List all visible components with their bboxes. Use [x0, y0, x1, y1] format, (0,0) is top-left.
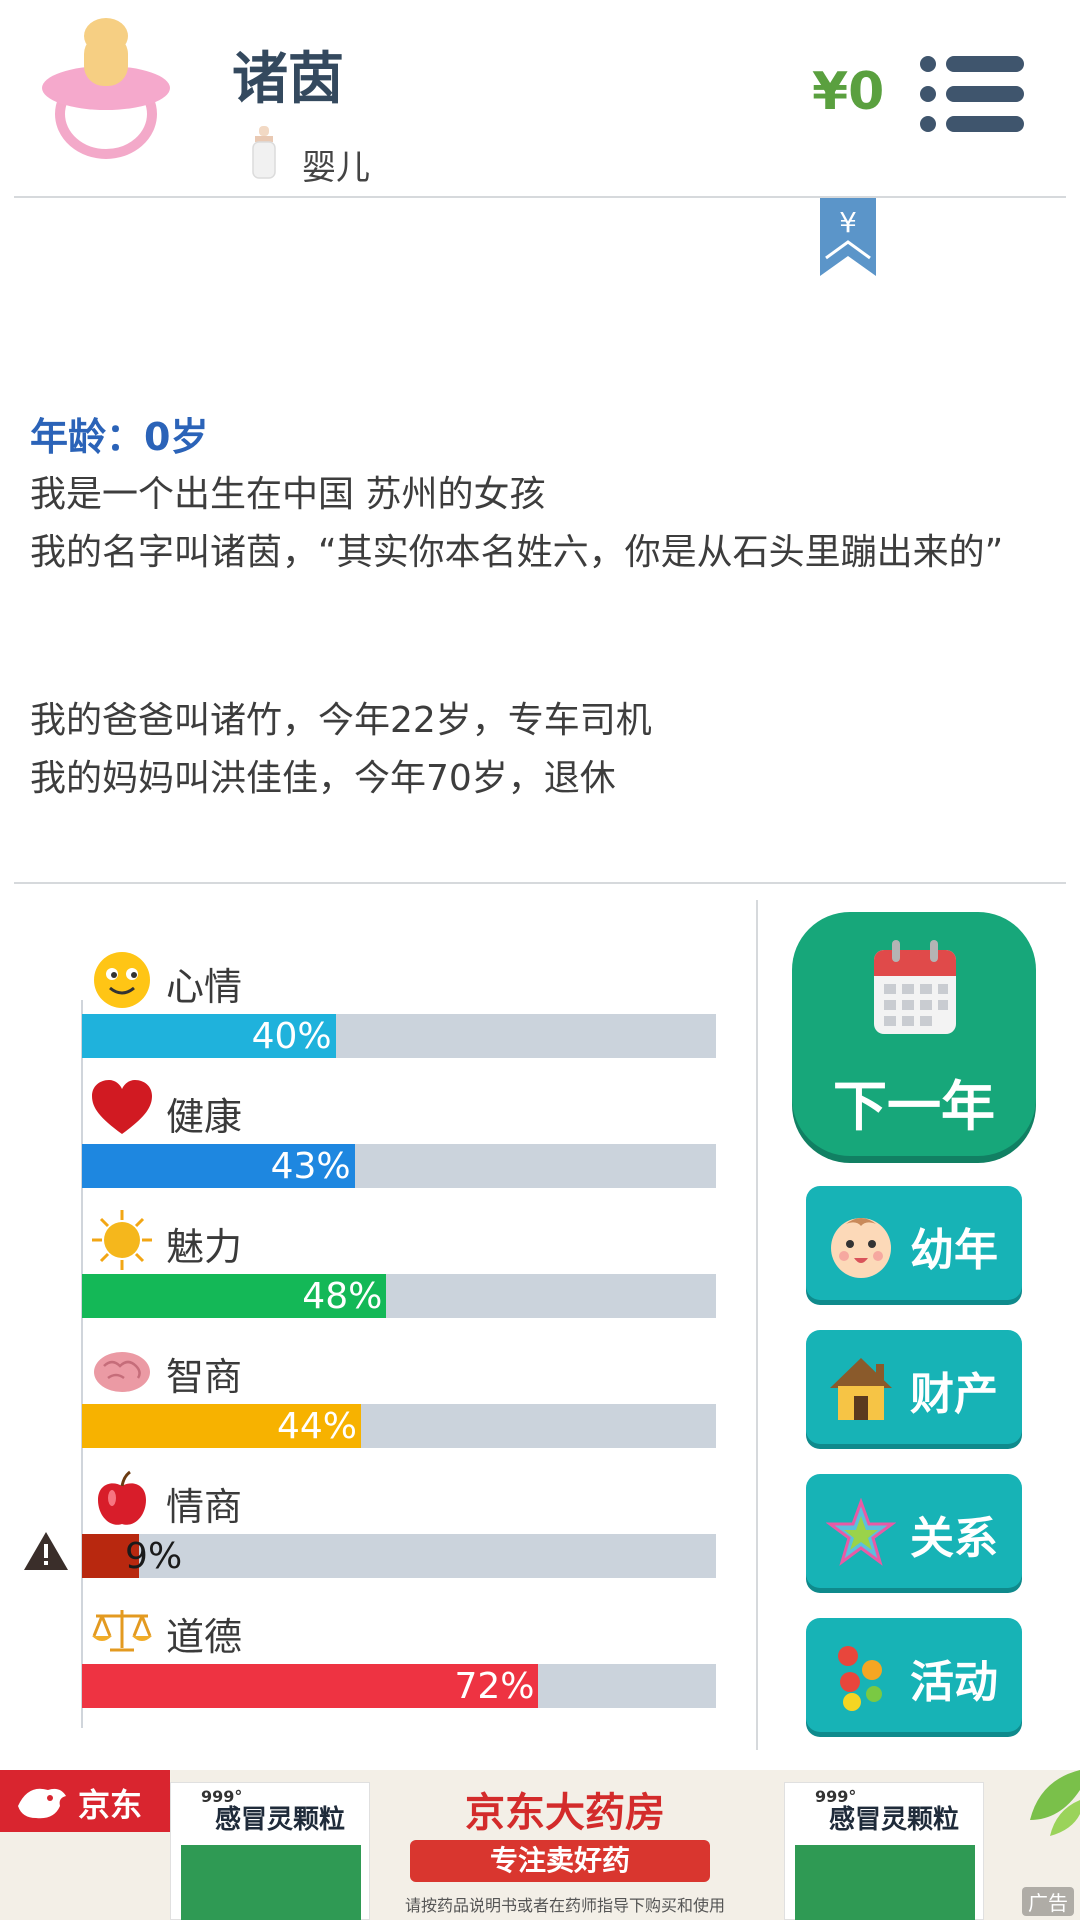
stat-track: 9%: [82, 1534, 716, 1578]
baby-face-icon: [831, 1218, 891, 1278]
relations-label: 关系: [910, 1513, 998, 1564]
property-label: 财产: [910, 1369, 998, 1420]
stat-track: 40%: [82, 1014, 716, 1058]
brain-icon: [94, 1352, 150, 1392]
story-line-1: 我是一个出生在中国 苏州的女孩: [30, 474, 546, 515]
stat-value: 72%: [454, 1666, 535, 1707]
stat-label: 健康: [166, 1095, 243, 1139]
childhood-button[interactable]: 幼年: [806, 1186, 1022, 1300]
stat-morality: 道德 72%: [82, 1598, 716, 1728]
stat-iq: 智商 44%: [82, 1338, 716, 1468]
stat-label: 魅力: [166, 1225, 243, 1269]
apple-icon: [98, 1470, 146, 1525]
stat-value: 48%: [302, 1276, 383, 1317]
stat-track: 72%: [82, 1664, 716, 1708]
money-display: ¥0: [812, 62, 885, 122]
stat-label: 智商: [166, 1355, 243, 1399]
header-divider: [14, 196, 1066, 198]
ad-note: 请按药品说明书或者在药师指导下购买和使用: [404, 1896, 725, 1915]
product-pack-art: [795, 1845, 975, 1920]
product-name: 感冒灵颗粒: [215, 1805, 346, 1835]
stat-health: 健康 43%: [82, 1078, 716, 1208]
scales-icon: [92, 1610, 152, 1652]
stat-label: 道德: [166, 1615, 243, 1659]
jd-dog-icon: [18, 1788, 66, 1819]
stat-label: 心情: [166, 965, 243, 1009]
next-year-label: 下一年: [833, 1075, 995, 1138]
childhood-label: 幼年: [910, 1225, 998, 1276]
ad-banner[interactable]: 京东 999° 感冒灵颗粒 京东大药房 专注卖好药 请按药品说明书或者在药师指导…: [0, 1770, 1080, 1920]
activities-label: 活动: [910, 1657, 998, 1708]
story-line-3: 我的爸爸叫诸竹，今年22岁，专车司机: [30, 700, 652, 741]
life-stage-label: 婴儿: [302, 148, 370, 188]
panel-divider: [756, 900, 758, 1750]
stat-eq: 情商 9%: [82, 1468, 716, 1598]
header: 诸茵 婴儿 ¥0: [0, 0, 1080, 196]
age-line: 年龄：0岁: [30, 415, 209, 459]
next-year-button[interactable]: 下一年: [792, 912, 1036, 1156]
product-pack-art: [181, 1845, 361, 1920]
sun-icon: [92, 1210, 152, 1270]
bookmark-symbol: ¥: [839, 206, 857, 239]
stat-value: 44%: [276, 1406, 357, 1447]
jd-brand: 京东: [78, 1786, 143, 1824]
calendar-icon: [874, 940, 956, 1034]
dots-cluster-icon: [838, 1646, 882, 1711]
story-line-2: 我的名字叫诸茵，“其实你本名姓六，你是从石头里蹦出来的”: [30, 532, 1004, 573]
star-icon: [826, 1498, 896, 1566]
story-divider: [14, 882, 1066, 884]
warning-icon: [24, 1532, 68, 1570]
ad-tag: 广告: [1022, 1887, 1074, 1916]
money-bookmark-icon[interactable]: ¥: [820, 198, 876, 276]
ad-title: 京东大药房: [465, 1790, 665, 1836]
stat-track: 43%: [82, 1144, 716, 1188]
house-icon: [830, 1358, 892, 1420]
ad-slogan: 专注卖好药: [410, 1840, 710, 1882]
menu-icon[interactable]: [920, 56, 1024, 132]
heart-icon: [92, 1080, 152, 1134]
stat-value: 43%: [270, 1146, 351, 1187]
stat-track: 48%: [82, 1274, 716, 1318]
stat-value: 40%: [251, 1016, 332, 1057]
player-name: 诸茵: [232, 47, 344, 112]
leaf-decoration: [1030, 1770, 1080, 1836]
stat-charm: 魅力 48%: [82, 1208, 716, 1338]
jd-logo: 京东: [0, 1770, 170, 1832]
stat-track: 44%: [82, 1404, 716, 1448]
stat-label: 情商: [166, 1485, 243, 1529]
stat-mood: 心情 40%: [82, 948, 716, 1078]
product-name: 感冒灵颗粒: [829, 1805, 960, 1835]
product-box: 999° 感冒灵颗粒: [784, 1782, 984, 1920]
activities-button[interactable]: 活动: [806, 1618, 1022, 1732]
story-line-4: 我的妈妈叫洪佳佳，今年70岁，退休: [30, 758, 616, 799]
story-text: 年龄：0岁 我是一个出生在中国 苏州的女孩 我的名字叫诸茵，“其实你本名姓六，你…: [30, 408, 1050, 808]
property-button[interactable]: 财产: [806, 1330, 1022, 1444]
pacifier-icon: [42, 18, 170, 159]
baby-bottle-icon: [252, 126, 276, 179]
stat-value: 9%: [125, 1536, 183, 1577]
relations-button[interactable]: 关系: [806, 1474, 1022, 1588]
smiley-icon: [94, 952, 150, 1008]
